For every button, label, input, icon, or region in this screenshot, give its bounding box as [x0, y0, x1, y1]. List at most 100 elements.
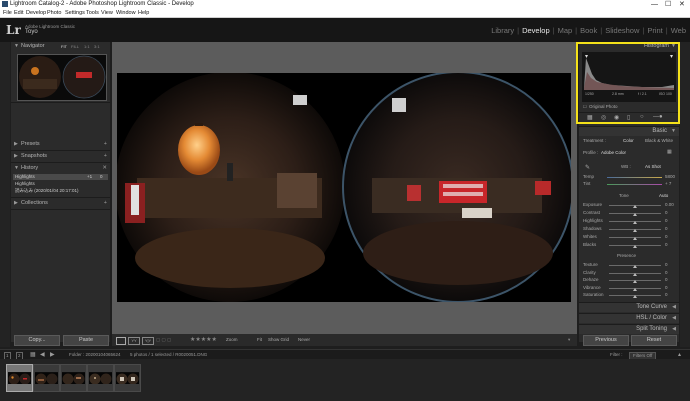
profile-browser-icon[interactable]: ▦	[667, 149, 672, 155]
slider-value[interactable]: 0	[665, 262, 668, 267]
clear-history-icon[interactable]: ✕	[102, 164, 107, 173]
slider-value[interactable]: 0.00	[665, 202, 674, 207]
slider-handle[interactable]	[633, 280, 637, 283]
navigator-header[interactable]: ▼ Navigator FIT FILL 1:1 3:1	[11, 42, 110, 51]
menu-bar: File Edit Develop Photo Settings Tools V…	[0, 9, 690, 18]
navigator-preview[interactable]	[17, 54, 107, 101]
slider-handle[interactable]	[633, 295, 637, 298]
module-book[interactable]: Book	[580, 26, 597, 35]
tint-value[interactable]: + 7	[665, 181, 671, 186]
slider-value[interactable]: 0	[665, 242, 668, 247]
zoom-value[interactable]: Fit	[257, 334, 262, 346]
slider-value[interactable]: 0	[665, 226, 668, 231]
paste-button[interactable]: Paste	[63, 335, 109, 346]
module-web[interactable]: Web	[671, 26, 686, 35]
slider-handle[interactable]	[633, 245, 637, 248]
slider-value[interactable]: 0	[665, 218, 668, 223]
menu-tools[interactable]: Tools	[86, 9, 99, 17]
history-item[interactable]: Highlights	[15, 181, 35, 186]
rating-stars[interactable]: ★★★★★	[190, 334, 217, 346]
slider-value[interactable]: 0	[665, 270, 668, 275]
copy-button[interactable]: Copy...	[14, 335, 60, 346]
slider-handle[interactable]	[633, 213, 637, 216]
menu-help[interactable]: Help	[138, 9, 149, 17]
slider-handle[interactable]	[633, 287, 637, 291]
loupe-view-icon[interactable]	[116, 337, 126, 345]
menu-view[interactable]: View	[101, 9, 113, 17]
right-panel-edge[interactable]	[680, 42, 690, 347]
temp-value[interactable]: 5800	[665, 174, 675, 179]
before-after-toggle-icon[interactable]: Y|Y	[142, 337, 154, 345]
filmstrip-thumbnail[interactable]	[114, 364, 141, 392]
slider-handle[interactable]	[633, 221, 637, 224]
filmstrip-thumbnail[interactable]	[6, 364, 33, 392]
profile-value[interactable]: Adobe Color	[601, 150, 626, 155]
white-balance-picker-icon[interactable]: ✎	[585, 164, 590, 171]
close-button[interactable]: ✕	[679, 0, 685, 9]
slider-value[interactable]: 0	[665, 210, 668, 215]
add-snapshot-icon[interactable]: +	[104, 152, 107, 161]
module-print[interactable]: Print	[647, 26, 662, 35]
left-panel-edge[interactable]	[0, 42, 10, 347]
zoom-fit[interactable]: FIT	[61, 42, 67, 51]
temp-slider[interactable]	[607, 177, 662, 178]
module-slideshow[interactable]: Slideshow	[605, 26, 639, 35]
menu-develop[interactable]: Develop	[26, 9, 46, 17]
snapshots-header[interactable]: ▶ Snapshots +	[11, 152, 110, 161]
history-header[interactable]: ▼ History ✕	[11, 164, 110, 173]
toolbar-menu-icon[interactable]: ▾	[568, 334, 570, 346]
treatment-bw[interactable]: Black & White	[645, 138, 673, 143]
flag-icons[interactable]: ▢ ▢ ▢	[156, 334, 171, 346]
menu-file[interactable]: File	[3, 9, 12, 17]
slider-handle[interactable]	[633, 265, 637, 268]
filmstrip-thumbnail[interactable]	[87, 364, 114, 392]
menu-settings[interactable]: Settings	[65, 9, 85, 17]
slider-handle[interactable]	[633, 205, 637, 208]
hsl-header[interactable]: HSL / Color ◀	[579, 313, 679, 323]
split-toning-header[interactable]: Split Toning ◀	[579, 324, 679, 334]
wb-value[interactable]: As Shot	[645, 164, 661, 169]
presets-header[interactable]: ▶ Presets +	[11, 140, 110, 149]
maximize-button[interactable]: ☐	[665, 0, 671, 9]
zoom-1-1[interactable]: 1:1	[84, 42, 90, 51]
module-develop[interactable]: Develop	[522, 26, 550, 35]
reset-button[interactable]: Reset	[631, 335, 677, 346]
minimize-button[interactable]: —	[651, 0, 658, 9]
auto-button[interactable]: Auto	[659, 193, 668, 198]
zoom-fill[interactable]: FILL	[71, 42, 79, 51]
slider-value[interactable]: 0	[665, 292, 668, 297]
history-item[interactable]: 読み込み (2020/01/04 20:17:01)	[15, 188, 79, 194]
before-after-icon[interactable]: YY	[128, 337, 140, 345]
photo-preview[interactable]	[117, 73, 571, 302]
show-grid-value[interactable]: Never	[298, 334, 310, 346]
add-collection-icon[interactable]: +	[104, 199, 107, 208]
treatment-color[interactable]: Color	[623, 138, 634, 143]
zoom-3-1[interactable]: 3:1	[94, 42, 100, 51]
slider-value[interactable]: 0	[665, 277, 668, 282]
filmstrip-thumbnail[interactable]	[60, 364, 87, 392]
module-map[interactable]: Map	[558, 26, 573, 35]
slider-label: Shadows	[583, 226, 602, 231]
profile-label: Profile :	[583, 150, 599, 155]
slider-handle[interactable]	[633, 229, 637, 232]
basic-header[interactable]: Basic ▼	[579, 126, 679, 136]
divider	[11, 150, 110, 151]
window-title: Lightroom Catalog-2 - Adobe Photoshop Li…	[10, 1, 194, 7]
menu-photo[interactable]: Photo	[47, 9, 61, 17]
tone-curve-header[interactable]: Tone Curve ◀	[579, 302, 679, 312]
add-preset-icon[interactable]: +	[104, 140, 107, 149]
filmstrip-thumbnail[interactable]	[33, 364, 60, 392]
expand-icon: ▶	[14, 153, 18, 159]
slider-value[interactable]: 0	[665, 285, 668, 290]
module-library[interactable]: Library	[491, 26, 514, 35]
tint-slider[interactable]	[607, 184, 662, 185]
slider-handle[interactable]	[633, 272, 637, 276]
collections-header[interactable]: ▶ Collections +	[11, 199, 110, 208]
slider-value[interactable]: 0	[665, 234, 668, 239]
previous-button[interactable]: Previous	[583, 335, 629, 346]
hsl-label: HSL / Color	[636, 315, 667, 321]
menu-edit[interactable]: Edit	[14, 9, 23, 17]
slider-handle[interactable]	[633, 237, 637, 240]
expand-icon: ◀	[672, 304, 676, 310]
menu-window[interactable]: Window	[116, 9, 136, 17]
